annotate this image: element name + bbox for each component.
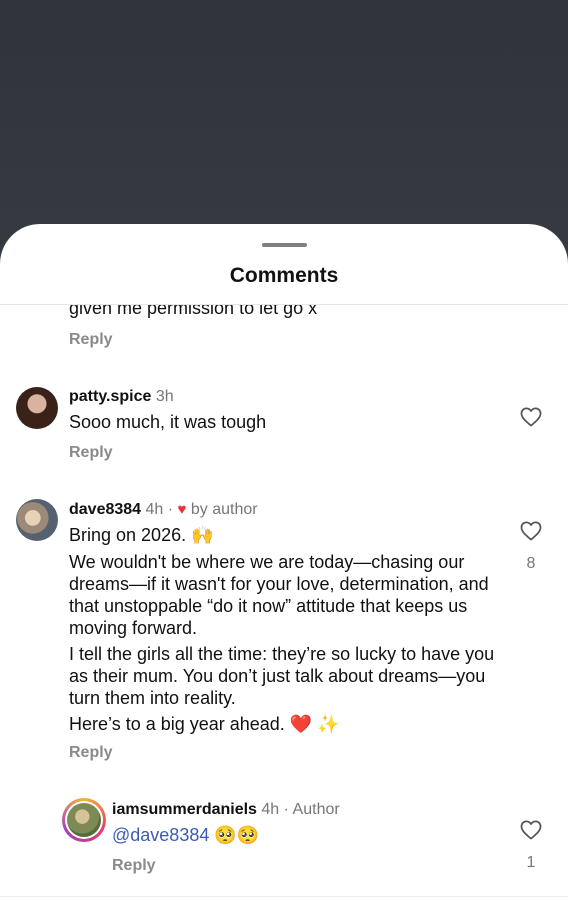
raising-hands-icon: 🙌 xyxy=(191,525,214,546)
red-heart-icon: ❤️ xyxy=(289,714,313,735)
list-bottom-divider xyxy=(0,896,568,897)
username[interactable]: dave8384 xyxy=(69,501,141,518)
comment-paragraph: Bring on 2026. 🙌 xyxy=(69,525,214,546)
heart-outline-icon[interactable] xyxy=(520,407,542,427)
separator-dot: · xyxy=(167,501,174,518)
like-count: 8 xyxy=(526,555,536,572)
username[interactable]: iamsummerdaniels xyxy=(112,801,257,818)
comment-paragraph: We wouldn't be where we are today—chasin… xyxy=(69,552,489,638)
drag-handle[interactable] xyxy=(262,243,307,247)
pleading-face-icon: 🥺 xyxy=(236,825,260,846)
comment-meta: patty.spice 3h xyxy=(69,388,174,406)
comment-meta: dave8384 4h · ♥ by author xyxy=(69,501,258,519)
pleading-face-icon: 🥺 xyxy=(214,825,237,846)
heart-outline-icon[interactable] xyxy=(520,820,542,840)
username[interactable]: patty.spice xyxy=(69,388,151,405)
reply-button[interactable]: Reply xyxy=(69,444,113,462)
comment-list[interactable]: given me permission to let go x Reply pa… xyxy=(0,305,568,900)
comment-text: Sooo much, it was tough xyxy=(69,412,267,432)
avatar[interactable] xyxy=(16,499,58,541)
liked-by-author-label: by author xyxy=(190,501,258,518)
timestamp: 3h xyxy=(155,388,174,405)
reply-button[interactable]: Reply xyxy=(112,857,156,875)
comment-paragraph: Here’s to a big year ahead. ❤️ ✨ xyxy=(69,714,340,735)
sheet-title: Comments xyxy=(229,264,339,287)
comment-paragraph: I tell the girls all the time: they’re s… xyxy=(69,644,495,708)
mention-link[interactable]: @dave8384 xyxy=(112,825,209,845)
reply-meta: iamsummerdaniels 4h · Author xyxy=(112,801,340,819)
heart-outline-icon[interactable] xyxy=(520,521,542,541)
author-heart-icon: ♥ xyxy=(177,501,187,518)
separator-dot: · xyxy=(283,801,289,818)
like-count: 1 xyxy=(526,854,536,871)
reply-button[interactable]: Reply xyxy=(69,744,113,762)
timestamp: 4h xyxy=(145,501,164,518)
avatar[interactable] xyxy=(62,798,106,842)
comments-sheet: Comments given me permission to let go x… xyxy=(0,224,568,900)
author-badge: Author xyxy=(292,801,340,818)
sparkles-icon: ✨ xyxy=(317,714,340,735)
timestamp: 4h xyxy=(261,801,280,818)
reply-text: @dave8384 🥺🥺 xyxy=(112,824,492,847)
avatar[interactable] xyxy=(16,387,58,429)
reply-button[interactable]: Reply xyxy=(69,331,113,349)
partial-comment-text: given me permission to let go x xyxy=(69,305,318,318)
comment-body: Bring on 2026. 🙌 We wouldn't be where we… xyxy=(69,524,499,740)
